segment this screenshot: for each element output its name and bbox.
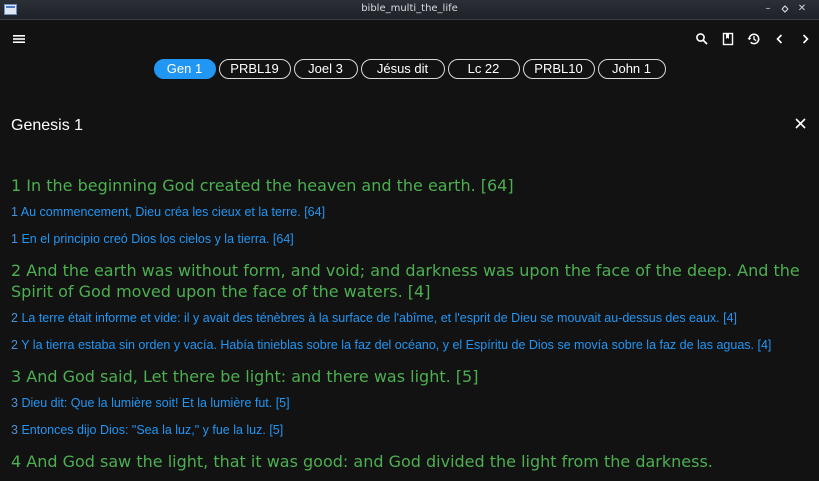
window-titlebar: bible_multi_the_life – ✕ bbox=[0, 0, 819, 20]
hamburger-menu-icon[interactable] bbox=[12, 32, 26, 46]
verse-french: 2 La terre était informe et vide: il y a… bbox=[11, 310, 801, 326]
verse-text: La terre était informe et vide: il y ava… bbox=[21, 311, 738, 325]
verse-number: 1 bbox=[11, 232, 18, 246]
tab-john-1[interactable]: John 1 bbox=[597, 59, 666, 79]
verse-number: 1 bbox=[11, 176, 22, 195]
verse-text: Dieu dit: Que la lumière soit! Et la lum… bbox=[21, 396, 290, 410]
tab-jesus-dit[interactable]: Jésus dit bbox=[360, 59, 445, 79]
tab-gen-1[interactable]: Gen 1 bbox=[153, 59, 216, 79]
verse-spanish: 2 Y la tierra estaba sin orden y vacía. … bbox=[11, 337, 801, 353]
chevron-right-icon[interactable] bbox=[798, 32, 812, 46]
verse-spanish: 1 En el principio creó Dios los cielos y… bbox=[11, 231, 801, 247]
chevron-left-icon[interactable] bbox=[773, 32, 787, 46]
maximize-window-icon[interactable] bbox=[779, 3, 791, 15]
verse-text: Entonces dijo Dios: "Sea la luz," y fue … bbox=[21, 423, 284, 437]
minimize-window-icon[interactable]: – bbox=[762, 3, 774, 15]
verse-text: Au commencement, Dieu créa les cieux et … bbox=[20, 205, 326, 219]
verse-text: In the beginning God created the heaven … bbox=[26, 176, 514, 195]
close-icon[interactable] bbox=[794, 117, 807, 130]
verse-number: 2 bbox=[11, 261, 22, 280]
verse-number: 2 bbox=[11, 311, 18, 325]
verse-french: 3 Dieu dit: Que la lumière soit! Et la l… bbox=[11, 395, 801, 411]
verse-french: 1 Au commencement, Dieu créa les cieux e… bbox=[11, 204, 801, 220]
chapter-title: Genesis 1 bbox=[11, 117, 84, 134]
history-icon[interactable] bbox=[747, 32, 761, 46]
toolbar bbox=[0, 22, 819, 56]
verse-text: And God said, Let there be light: and th… bbox=[26, 367, 479, 386]
verse-text: And God saw the light, that it was good:… bbox=[26, 452, 713, 471]
verse-spanish: 3 Entonces dijo Dios: "Sea la luz," y fu… bbox=[11, 422, 801, 438]
verse-number: 3 bbox=[11, 367, 22, 386]
tab-prbl19[interactable]: PRBL19 bbox=[218, 59, 291, 79]
verse-english: 3 And God said, Let there be light: and … bbox=[11, 366, 801, 387]
verse-text: Y la tierra estaba sin orden y vacía. Ha… bbox=[21, 338, 772, 352]
tab-joel-3[interactable]: Joel 3 bbox=[293, 59, 358, 79]
verse-text: And the earth was without form, and void… bbox=[11, 261, 800, 301]
tab-lc-22[interactable]: Lc 22 bbox=[447, 59, 520, 79]
bookmark-icon[interactable] bbox=[721, 32, 735, 46]
verse-list: 1 In the beginning God created the heave… bbox=[11, 175, 801, 472]
tab-prbl10[interactable]: PRBL10 bbox=[522, 59, 595, 79]
verse-number: 4 bbox=[11, 452, 22, 471]
window-title: bible_multi_the_life bbox=[361, 3, 458, 14]
verse-number: 1 bbox=[11, 205, 18, 219]
verse-english: 1 In the beginning God created the heave… bbox=[11, 175, 801, 196]
search-icon[interactable] bbox=[695, 32, 709, 46]
verse-english: 4 And God saw the light, that it was goo… bbox=[11, 451, 801, 472]
verse-text: En el principio creó Dios los cielos y l… bbox=[21, 232, 294, 246]
verse-number: 3 bbox=[11, 423, 18, 437]
verse-number: 3 bbox=[11, 396, 18, 410]
close-window-icon[interactable]: ✕ bbox=[796, 3, 808, 15]
verse-english: 2 And the earth was without form, and vo… bbox=[11, 260, 801, 302]
verse-number: 2 bbox=[11, 338, 18, 352]
reference-tabs: Gen 1 PRBL19 Joel 3 Jésus dit Lc 22 PRBL… bbox=[0, 59, 819, 81]
